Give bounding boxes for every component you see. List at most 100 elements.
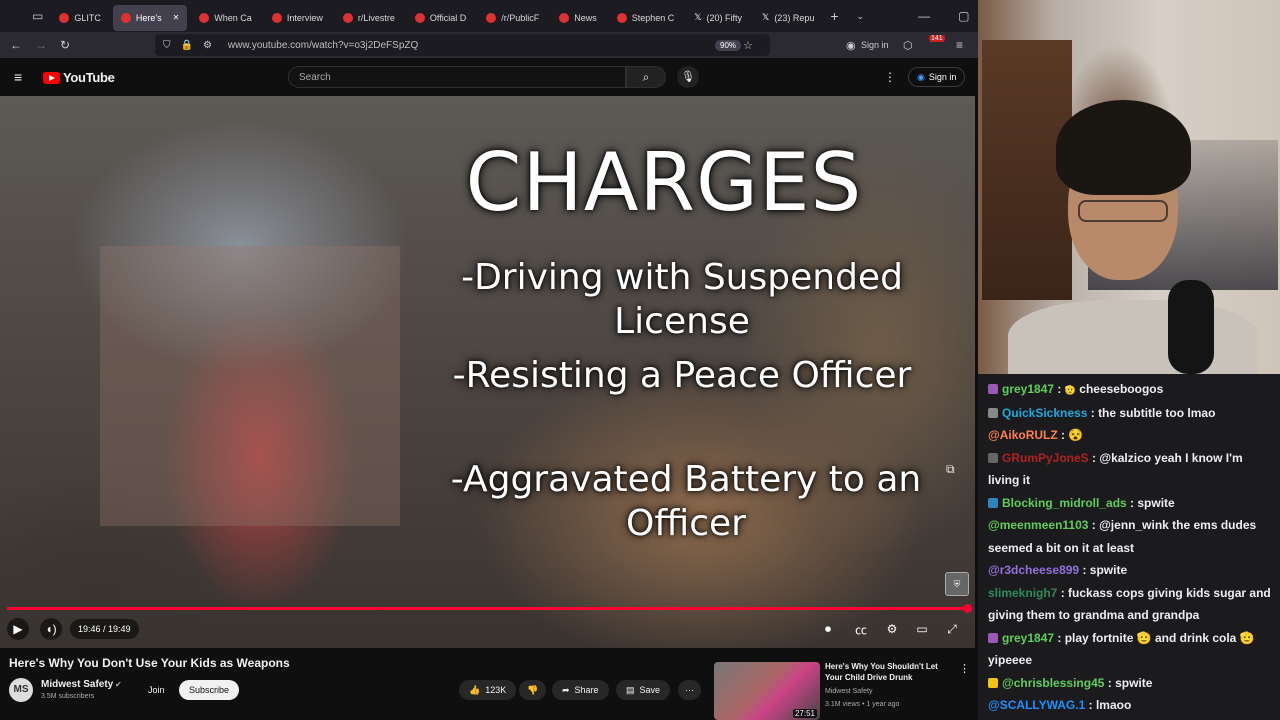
chat-username[interactable]: @SCALLYWAG.1 (988, 698, 1085, 712)
chat-username[interactable]: QuickSickness (1002, 406, 1087, 420)
autoplay-toggle[interactable]: ⏺ (817, 618, 839, 640)
lock-icon[interactable]: 🔒 (181, 40, 193, 51)
youtube-header: ≡ YouTube Search ⌕ 🎙 ⋮ ◉ Sign in (0, 58, 978, 96)
browser-tab[interactable]: Official D (407, 5, 474, 31)
chat-username[interactable]: @AikoRULZ (988, 428, 1058, 442)
site-favicon-icon (559, 12, 570, 23)
account-icon[interactable]: ◉ (846, 39, 856, 52)
browser-tab[interactable]: When Ca (191, 5, 260, 31)
minimize-button[interactable]: — (904, 9, 944, 23)
browser-signin[interactable]: Sign in (861, 40, 889, 50)
chat-username[interactable]: @chrisblessing45 (1002, 676, 1104, 690)
chat-text: spwite (1137, 495, 1175, 510)
screen: ▭ GLITC Here's ✕ When Ca Interview r/Livestre… (0, 0, 1280, 720)
join-button[interactable]: Join (138, 680, 175, 700)
browser-tab-label: (23) Repu (774, 12, 815, 23)
picture-in-picture-icon[interactable]: ⧉ (946, 462, 955, 477)
subscribe-button[interactable]: Subscribe (179, 680, 240, 700)
recommended-thumbnail[interactable]: 27:51 (714, 662, 820, 720)
browser-tab[interactable]: 𝕏 (23) Repu (754, 5, 822, 31)
chat-badge-icon (988, 384, 998, 394)
youtube-logo[interactable]: YouTube (43, 70, 115, 85)
search-input[interactable]: Search (288, 66, 626, 88)
shield-icon[interactable]: ⛉ (163, 40, 171, 51)
back-button[interactable]: ← (10, 38, 22, 52)
youtube-signin-button[interactable]: ◉ Sign in (908, 67, 966, 87)
menu-icon[interactable]: ≡ (956, 38, 963, 52)
volume-button[interactable]: ◖) (40, 618, 62, 640)
chat-username[interactable]: @meenmeen1103 (988, 518, 1088, 532)
search-button[interactable]: ⌕ (626, 66, 666, 88)
youtube-logo-text: YouTube (63, 70, 115, 85)
search-icon: ⌕ (642, 70, 650, 84)
chat-message: @r3dcheese899 : spwite (988, 559, 1274, 582)
chat-username[interactable]: grey1847 (1002, 382, 1054, 396)
channel-avatar[interactable]: MS (9, 678, 33, 702)
bookmark-star-icon[interactable]: ☆ (743, 39, 753, 52)
progress-scrubber[interactable] (963, 604, 972, 613)
recommended-channel[interactable]: Midwest Safety (825, 688, 872, 695)
browser-tab[interactable]: GLITC (51, 5, 109, 31)
settings-button[interactable]: ⚙ (881, 618, 903, 640)
url-text[interactable]: www.youtube.com/watch?v=o3j2DeFSpZQ (228, 40, 418, 51)
chat-username[interactable]: @r3dcheese899 (988, 563, 1079, 577)
charge-2: -Resisting a Peace Officer (452, 355, 912, 396)
browser-tab[interactable]: 𝕏 (20) Fifty (686, 5, 750, 31)
video-player[interactable]: CHARGES -Driving with Suspended License … (0, 96, 975, 648)
browser-tab[interactable]: r/Livestre (335, 5, 403, 31)
chat-username[interactable]: grey1847 (1002, 631, 1054, 645)
site-favicon-icon (271, 12, 282, 23)
tab-list-chevron-icon[interactable]: ⌄ (857, 11, 865, 22)
like-button[interactable]: 👍 123K (459, 680, 517, 700)
chat-separator: : (1088, 518, 1100, 532)
browser-tab[interactable]: /r/PublicF (478, 5, 547, 31)
extensions-icon[interactable]: ⬡ (903, 39, 913, 52)
hamburger-menu-icon[interactable]: ≡ (14, 69, 22, 85)
more-actions-button[interactable]: ··· (678, 680, 701, 700)
play-button[interactable]: ▶ (7, 618, 29, 640)
video-info: Here's Why You Don't Use Your Kids as We… (0, 648, 978, 720)
chat-message: @SCALLYWAG.1 : lmaoo (988, 694, 1274, 717)
fullscreen-button[interactable]: ⤢ (941, 618, 963, 640)
chat-username[interactable]: slimeknigh7 (988, 586, 1057, 600)
browser-tab[interactable]: Interview (264, 5, 331, 31)
forward-button[interactable]: → (35, 38, 47, 52)
browser-tab[interactable]: Stephen C (609, 5, 683, 31)
channel-watermark[interactable]: ⛨ (945, 572, 969, 596)
save-label: Save (639, 685, 661, 695)
new-tab-button[interactable]: + (830, 8, 838, 24)
browser-tab-label: Stephen C (631, 12, 675, 23)
chat-separator: : (1126, 495, 1138, 510)
captions-button[interactable]: ㏄ (850, 618, 872, 640)
close-tab-icon[interactable]: ✕ (173, 13, 180, 22)
chat-username[interactable]: Blocking_midroll_ads (1002, 496, 1127, 510)
browser-tab[interactable]: News (551, 5, 605, 31)
chat-text: cheeseboogos (1079, 382, 1164, 396)
share-button[interactable]: ➦ Share (552, 680, 609, 700)
more-options-icon[interactable]: ⋮ (884, 70, 896, 84)
channel-name[interactable]: Midwest Safety (41, 679, 113, 690)
video-title: Here's Why You Don't Use Your Kids as We… (9, 656, 290, 670)
zoom-level[interactable]: 90% (715, 39, 742, 51)
dislike-button[interactable]: 👎 (519, 680, 547, 700)
x-logo-icon: 𝕏 (694, 12, 702, 22)
voice-search-button[interactable]: 🎙 (677, 66, 699, 88)
browser-tab-label: /r/PublicF (501, 12, 540, 23)
youtube-signin-label: Sign in (928, 72, 957, 82)
extension-badge[interactable]: 141 (929, 35, 945, 42)
permissions-icon[interactable]: ⚙ (203, 40, 212, 51)
site-favicon-icon (199, 12, 210, 23)
reload-button[interactable]: ↻ (60, 38, 70, 52)
verified-icon: ✔ (115, 680, 122, 689)
browser-tab[interactable]: Here's ✕ (112, 4, 188, 31)
theater-mode-button[interactable]: ▭ (911, 618, 933, 640)
save-button[interactable]: ▤ Save (616, 680, 671, 700)
chat-username[interactable]: GRumPyJoneS (1002, 451, 1089, 465)
progress-bar[interactable] (7, 607, 966, 610)
recommended-title[interactable]: Here's Why You Shouldn't Let Your Child … (825, 662, 955, 684)
tab-overview-icon[interactable]: ▭ (0, 9, 51, 23)
address-bar[interactable]: ⛉ 🔒 ⚙ www.youtube.com/watch?v=o3j2DeFSpZ… (155, 34, 770, 56)
recommended-more-icon[interactable]: ⋮ (959, 662, 970, 675)
gear-icon: ⚙ (886, 622, 898, 636)
chat-badge-icon (988, 452, 998, 463)
